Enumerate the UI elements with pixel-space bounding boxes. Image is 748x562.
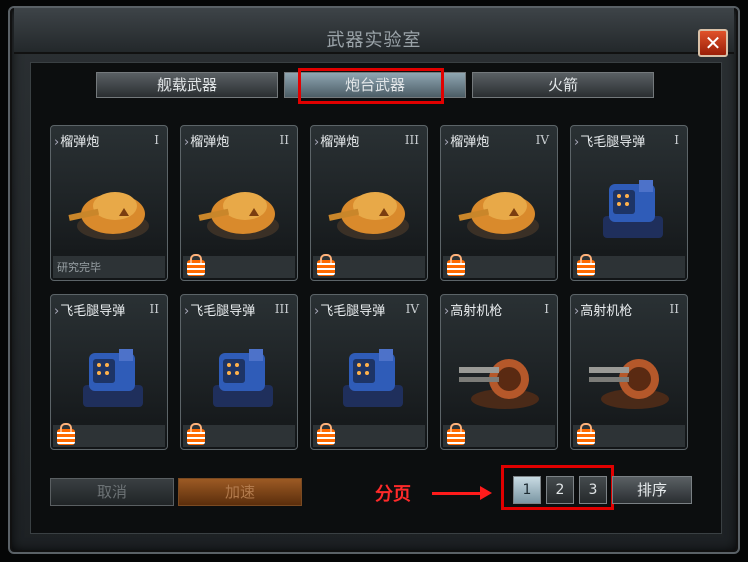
close-icon: ✕ [704,31,722,55]
weapon-card[interactable]: 飞毛腿导弹 II [50,294,168,450]
lock-icon [447,423,465,445]
anti-air-gun-icon [459,359,539,409]
card-footer [183,423,295,447]
weapon-name: 榴弹炮 [54,131,99,150]
lock-icon [577,423,595,445]
cancel-label: 取消 [96,483,127,501]
card-footer: 研究完毕 [53,256,165,278]
weapon-tier: I [544,302,549,316]
accelerate-button[interactable]: 加速 [178,478,302,506]
weapon-tier: IV [405,302,419,316]
card-footer [313,423,425,447]
weapon-name: 榴弹炮 [184,131,229,150]
card-footer [443,423,555,447]
weapon-tier: I [154,133,159,147]
weapon-card[interactable]: 榴弹炮 II [180,125,298,281]
tab-ship-weapons[interactable]: 舰载武器 [96,72,278,98]
sort-label: 排序 [636,481,667,499]
weapon-tier: I [674,133,679,147]
card-footer [53,423,165,447]
weapon-tier: III [404,133,419,147]
weapon-tier: II [669,302,679,316]
card-footer [313,254,425,278]
lock-icon [317,423,335,445]
weapon-tier: III [274,302,289,316]
anti-air-gun-icon [589,359,669,409]
title-bar: 武器实验室 [14,8,734,54]
weapon-card[interactable]: 榴弹炮 I 研究完毕 [50,125,168,281]
weapon-card[interactable]: 飞毛腿导弹 IV [310,294,428,450]
card-footer [573,254,685,278]
lock-icon [577,254,595,276]
missile-launcher-icon [83,349,143,407]
accelerate-label: 加速 [224,483,255,501]
weapon-name: 飞毛腿导弹 [314,300,385,319]
card-footer [443,254,555,278]
weapon-name: 飞毛腿导弹 [184,300,255,319]
howitzer-turret-icon [198,192,279,240]
weapon-card[interactable]: 榴弹炮 III [310,125,428,281]
page-button-3[interactable]: 3 [579,476,607,504]
missile-launcher-icon [343,349,403,407]
arrow-right-icon [432,486,492,500]
lock-icon [57,423,75,445]
lock-icon [447,254,465,276]
pagination-annotation-label: 分页 [375,484,411,505]
page-number: 1 [522,482,532,498]
sort-button[interactable]: 排序 [612,476,692,504]
weapon-card[interactable]: 高射机枪 I [440,294,558,450]
weapon-tier: II [149,302,159,316]
weapon-name: 高射机枪 [574,300,632,319]
howitzer-turret-icon [68,192,149,240]
cancel-button[interactable]: 取消 [50,478,174,506]
tab-highlight-annotation [298,68,444,104]
howitzer-turret-icon [328,192,409,240]
page-button-2[interactable]: 2 [546,476,574,504]
weapon-name: 飞毛腿导弹 [574,131,645,150]
window-title: 武器实验室 [326,30,422,51]
weapon-card[interactable]: 飞毛腿导弹 III [180,294,298,450]
weapon-card[interactable]: 高射机枪 II [570,294,688,450]
weapon-name: 榴弹炮 [314,131,359,150]
card-footer [573,423,685,447]
lock-icon [317,254,335,276]
card-footer [183,254,295,278]
page-number: 3 [588,482,598,498]
weapon-tier: IV [535,133,549,147]
missile-launcher-icon [603,180,663,238]
weapon-tier: II [279,133,289,147]
page-number: 2 [555,482,565,498]
tab-label: 火箭 [547,76,578,94]
tab-label: 舰载武器 [156,76,217,94]
weapon-card[interactable]: 榴弹炮 IV [440,125,558,281]
weapon-name: 高射机枪 [444,300,502,319]
weapon-card[interactable]: 飞毛腿导弹 I [570,125,688,281]
missile-launcher-icon [213,349,273,407]
lock-icon [187,254,205,276]
page-button-1[interactable]: 1 [513,476,541,504]
weapon-name: 飞毛腿导弹 [54,300,125,319]
tab-rockets[interactable]: 火箭 [472,72,654,98]
lock-icon [187,423,205,445]
research-status: 研究完毕 [57,261,101,274]
close-button[interactable]: ✕ [698,29,728,57]
howitzer-turret-icon [458,192,539,240]
weapon-name: 榴弹炮 [444,131,489,150]
